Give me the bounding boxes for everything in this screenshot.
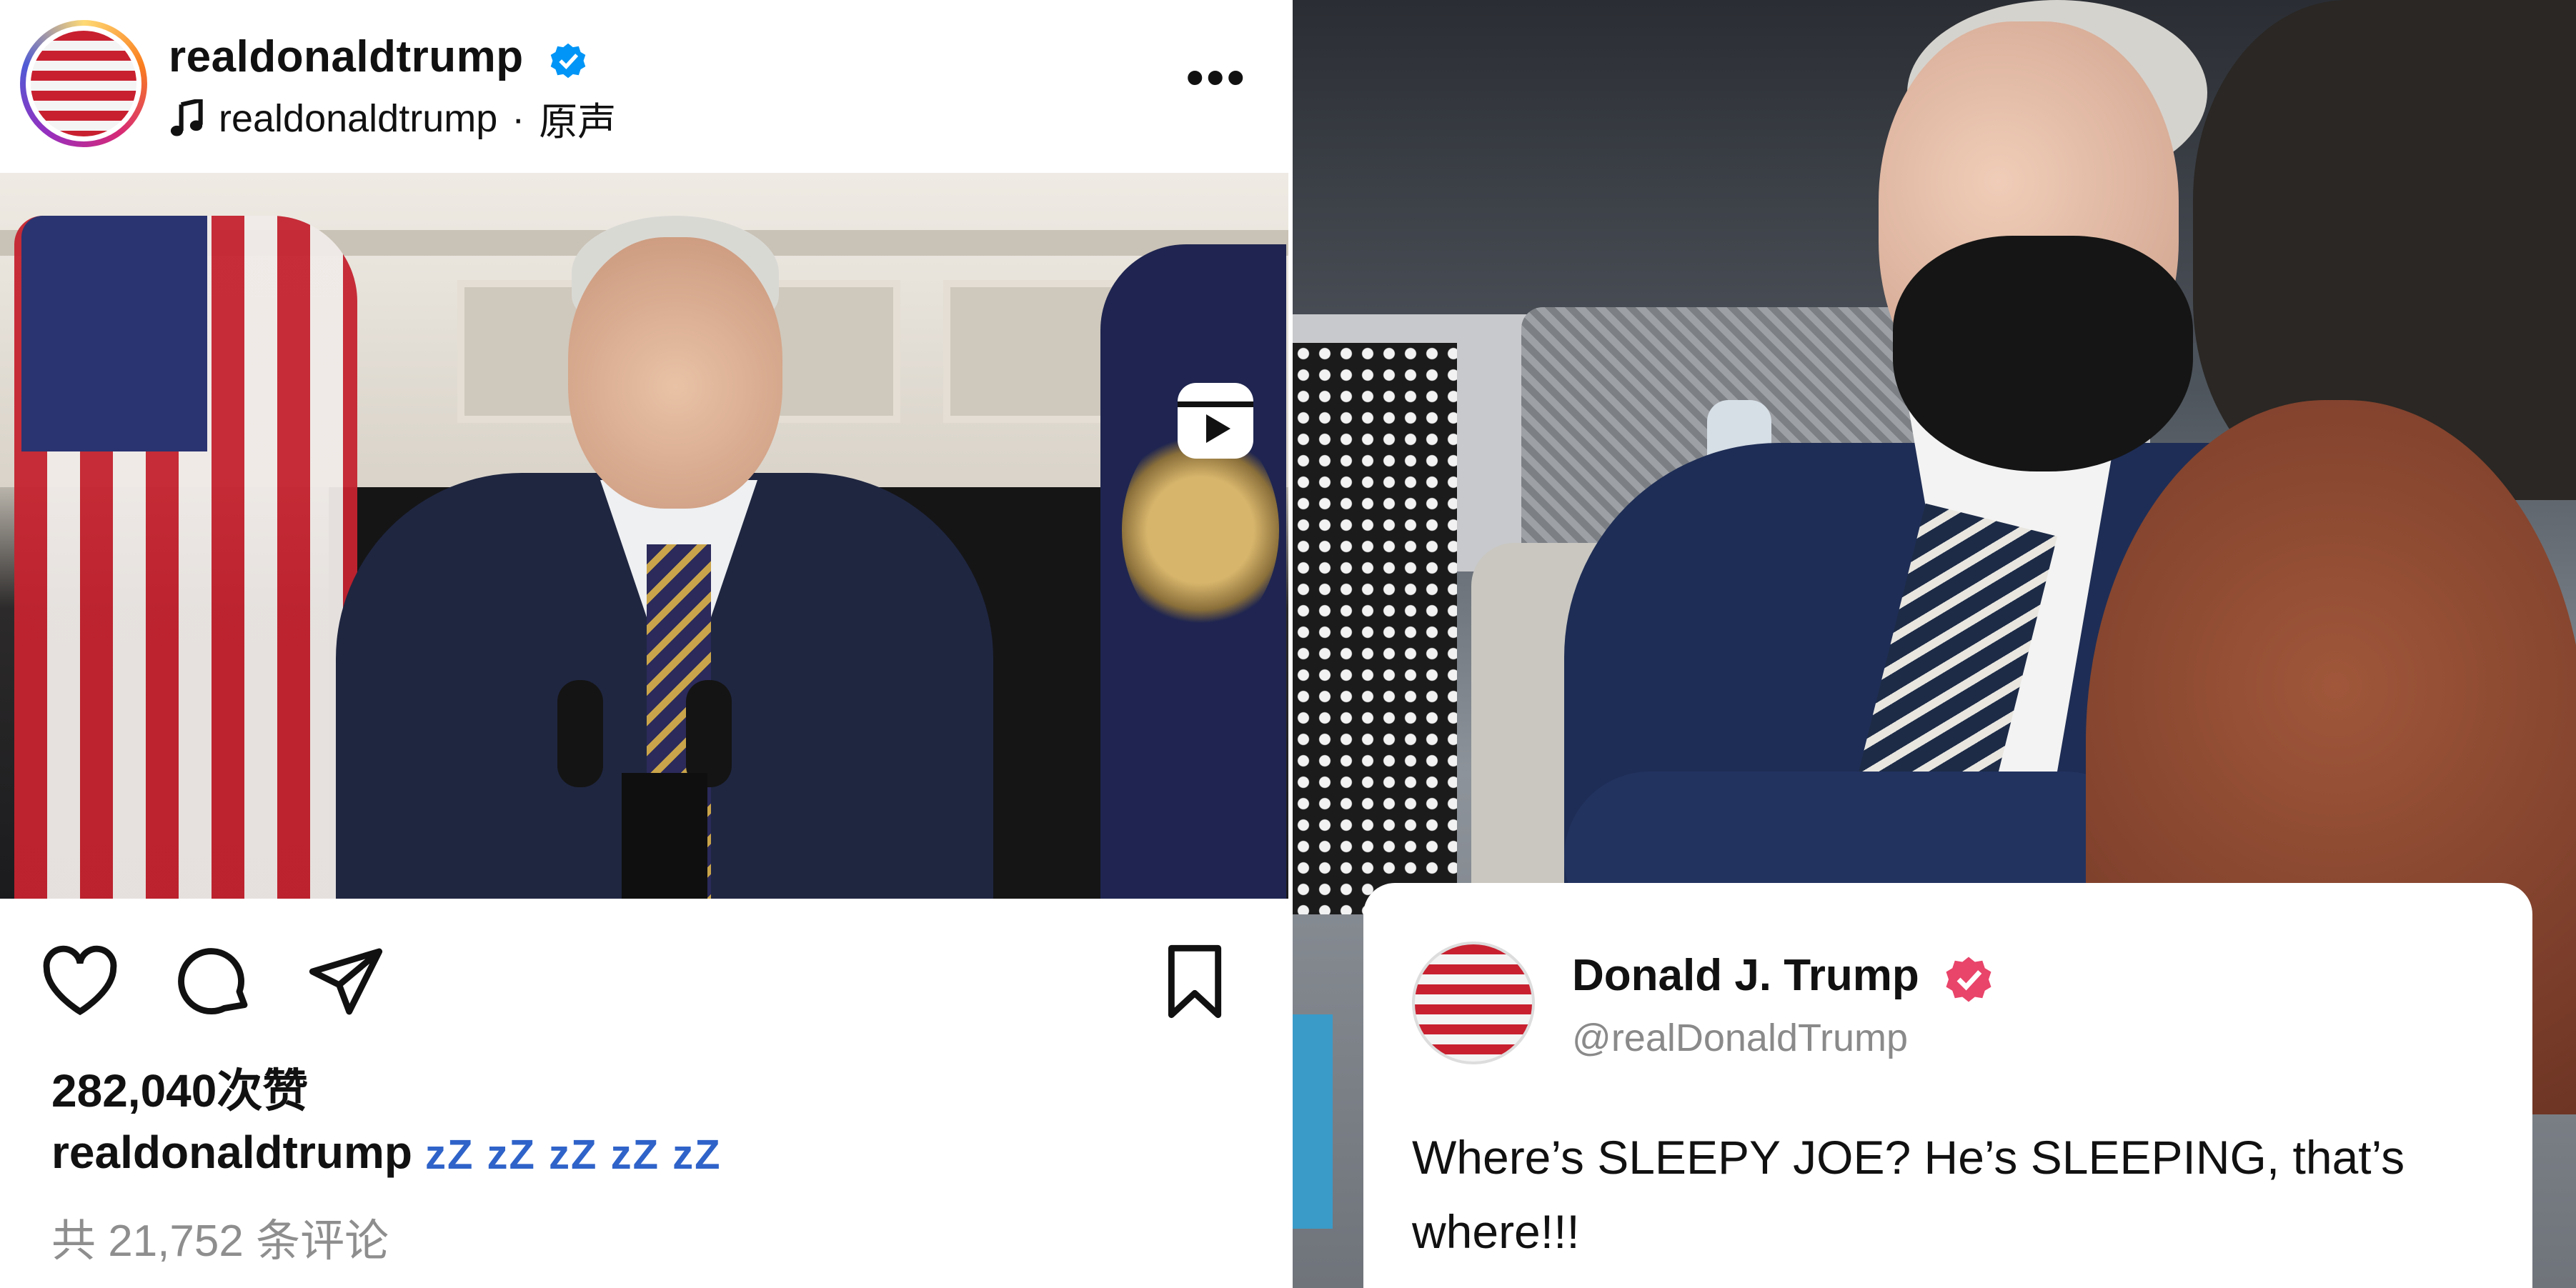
post-header: realdonaldtrump realdonaldtrump · 原声 •••	[0, 0, 1288, 171]
music-note-icon	[170, 99, 203, 136]
heart-icon[interactable]	[40, 942, 120, 1022]
verified-badge-icon	[550, 43, 586, 79]
share-icon[interactable]	[306, 942, 386, 1022]
face-mask	[1893, 236, 2193, 471]
caption-text: zZ zZ zZ zZ zZ	[424, 1132, 722, 1178]
audio-line[interactable]: realdonaldtrump · 原声	[169, 90, 616, 146]
reels-icon	[1178, 383, 1253, 459]
post-username[interactable]: realdonaldtrump	[169, 31, 524, 82]
view-comments-link[interactable]: 共 21,752 条评论	[51, 1204, 389, 1269]
bookmark-icon[interactable]	[1155, 942, 1235, 1022]
reel-video[interactable]: 🔊	[0, 173, 1288, 899]
more-icon[interactable]: •••	[1186, 52, 1248, 102]
tweet-handle: @realDonaldTrump	[1572, 1017, 1908, 1059]
audio-label: 原声	[539, 101, 617, 144]
instagram-post: realdonaldtrump realdonaldtrump · 原声 •••	[0, 0, 1288, 1288]
tweet-author-name: Donald J. Trump	[1572, 951, 1919, 1000]
post-actions	[0, 899, 1288, 1042]
post-caption: realdonaldtrump zZ zZ zZ zZ zZ	[51, 1126, 722, 1179]
audio-user: realdonaldtrump	[219, 96, 498, 140]
like-count[interactable]: 282,040次赞	[51, 1054, 308, 1120]
caption-username[interactable]: realdonaldtrump	[51, 1126, 412, 1179]
verified-badge-icon	[1946, 957, 1991, 1002]
audio-separator: ·	[512, 96, 525, 140]
tweet-text: Where’s SLEEPY JOE? He’s SLEEPING, that’…	[1412, 1131, 2405, 1258]
speaker	[568, 237, 782, 509]
tweet-avatar	[1412, 942, 1535, 1064]
comment-icon[interactable]	[174, 942, 254, 1022]
profile-avatar[interactable]	[20, 20, 147, 147]
